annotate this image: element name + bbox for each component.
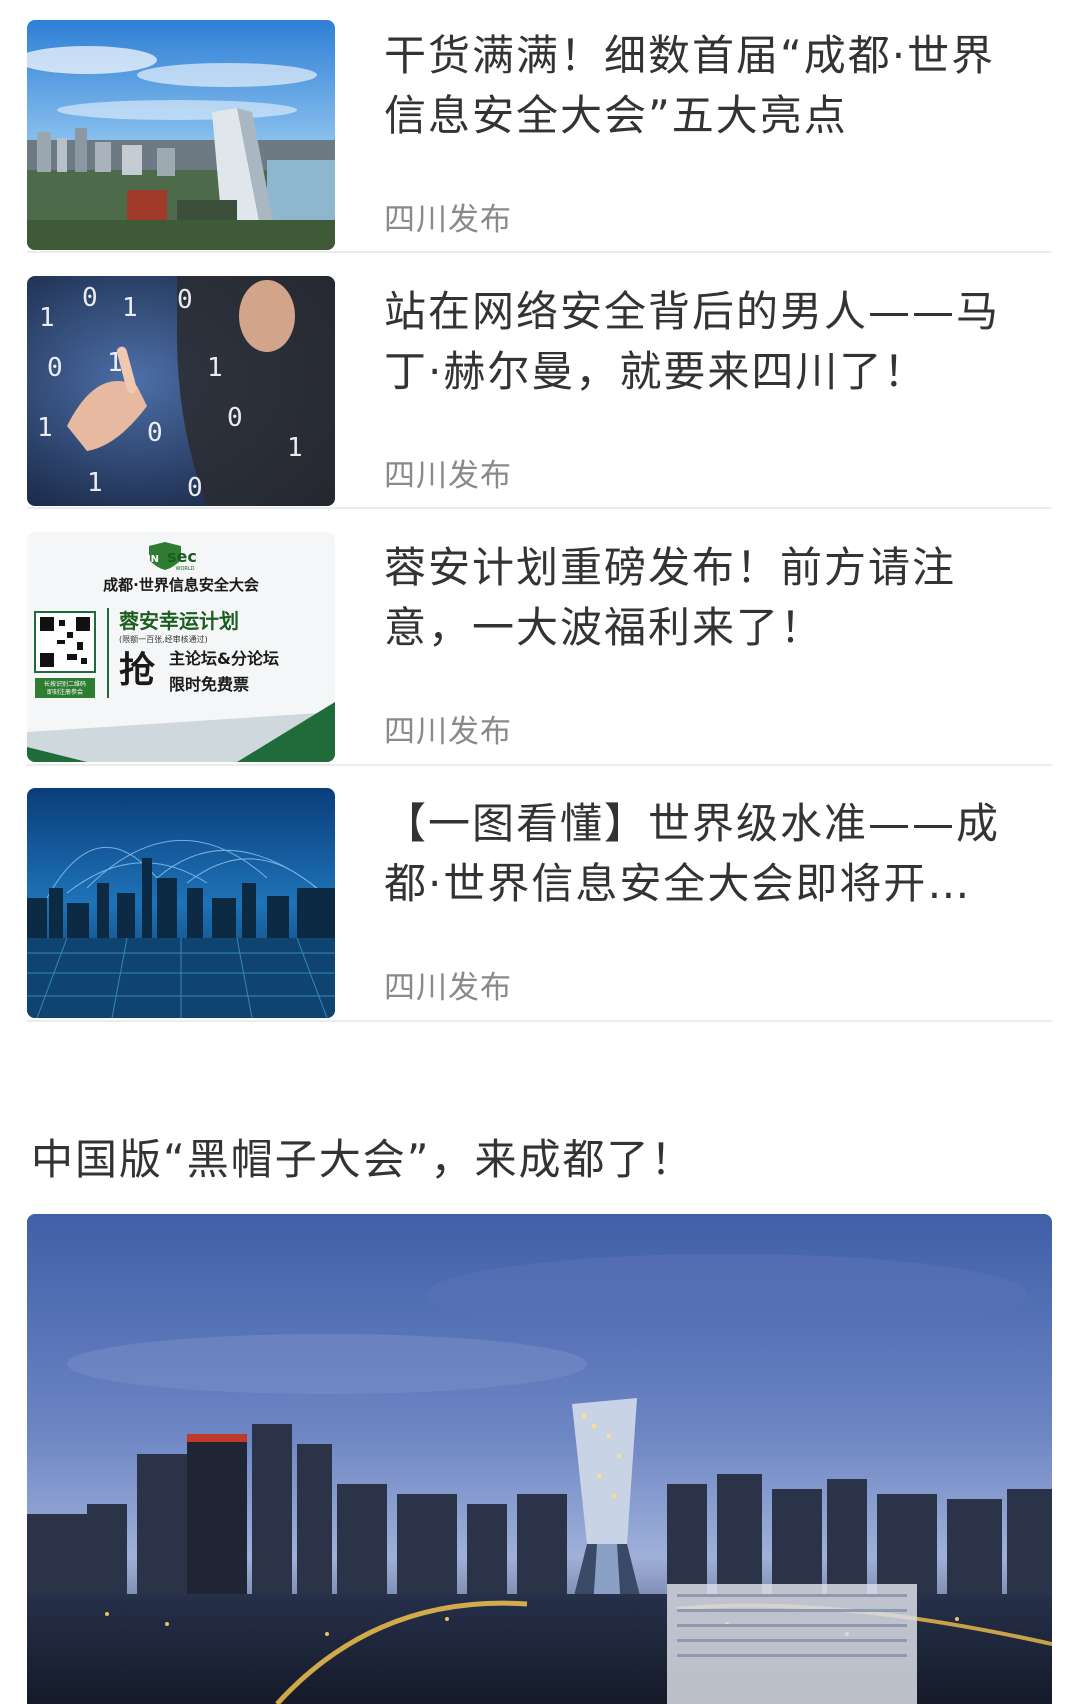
svg-text:1: 1 (107, 348, 123, 378)
svg-text:1: 1 (207, 353, 223, 383)
svg-text:即刻注册参会: 即刻注册参会 (47, 688, 83, 696)
article-thumbnail: IN sec WORLD 成都·世界信息安全大会 长按识别二维码 即刻注册参会 … (27, 532, 335, 762)
article-source: 四川发布 (384, 970, 512, 1006)
network-city-night-image (27, 788, 335, 1018)
article-item[interactable]: IN sec WORLD 成都·世界信息安全大会 长按识别二维码 即刻注册参会 … (27, 532, 1052, 762)
svg-text:1: 1 (287, 433, 303, 463)
svg-text:0: 0 (47, 353, 63, 383)
svg-text:(限额一百张,经审核通过): (限额一百张,经审核通过) (119, 634, 208, 644)
divider (27, 251, 1052, 253)
svg-text:0: 0 (187, 473, 203, 503)
svg-text:主论坛&分论坛: 主论坛&分论坛 (169, 649, 279, 668)
article-item[interactable]: 【一图看懂】世界级水准——成都·世界信息安全大会即将开… 四川发布 (27, 788, 1052, 1018)
article-title[interactable]: 蓉安计划重磅发布！前方请注意，一大波福利来了！ (384, 538, 1034, 658)
article-thumbnail (27, 788, 335, 1018)
city-skyline-image (27, 20, 335, 250)
svg-text:限时免费票: 限时免费票 (169, 675, 249, 694)
article-source: 四川发布 (384, 458, 512, 494)
svg-text:蓉安幸运计划: 蓉安幸运计划 (119, 609, 239, 633)
svg-text:1: 1 (39, 303, 55, 333)
binary-code-hand-image: 1 0 1 0 0 1 1 1 0 0 1 1 0 (27, 276, 335, 506)
article-title[interactable]: 站在网络安全背后的男人——马丁·赫尔曼，就要来四川了！ (384, 282, 1034, 402)
article-thumbnail (27, 20, 335, 250)
svg-text:0: 0 (227, 403, 243, 433)
article-thumbnail: 1 0 1 0 0 1 1 1 0 0 1 1 0 (27, 276, 335, 506)
qr-code-icon: 长按识别二维码 即刻注册参会 (34, 611, 96, 698)
svg-text:抢: 抢 (119, 649, 156, 691)
svg-text:0: 0 (147, 418, 163, 448)
insec-promo-poster: IN sec WORLD 成都·世界信息安全大会 长按识别二维码 即刻注册参会 … (27, 532, 335, 762)
svg-text:1: 1 (37, 413, 53, 443)
featured-article-image[interactable] (27, 1214, 1052, 1704)
svg-text:sec: sec (167, 547, 197, 566)
svg-text:0: 0 (177, 285, 193, 315)
featured-article-title[interactable]: 中国版“黑帽子大会”，来成都了！ (31, 1130, 1051, 1190)
svg-text:长按识别二维码: 长按识别二维码 (44, 680, 86, 688)
article-source: 四川发布 (384, 714, 512, 750)
article-item[interactable]: 干货满满！细数首届“成都·世界信息安全大会”五大亮点 四川发布 (27, 20, 1052, 250)
divider (27, 507, 1052, 509)
divider (27, 764, 1052, 766)
svg-text:0: 0 (82, 283, 98, 313)
svg-text:成都·世界信息安全大会: 成都·世界信息安全大会 (103, 576, 259, 594)
divider (27, 1020, 1052, 1022)
article-item[interactable]: 1 0 1 0 0 1 1 1 0 0 1 1 0 站在网络安全背后的男人——马… (27, 276, 1052, 506)
svg-text:1: 1 (87, 468, 103, 498)
svg-text:IN: IN (147, 554, 159, 565)
article-title[interactable]: 干货满满！细数首届“成都·世界信息安全大会”五大亮点 (384, 26, 1034, 146)
svg-text:1: 1 (122, 293, 138, 323)
article-title[interactable]: 【一图看懂】世界级水准——成都·世界信息安全大会即将开… (384, 794, 1034, 914)
article-source: 四川发布 (384, 202, 512, 238)
chengdu-night-skyline-image (27, 1214, 1052, 1704)
svg-text:WORLD: WORLD (176, 566, 195, 572)
